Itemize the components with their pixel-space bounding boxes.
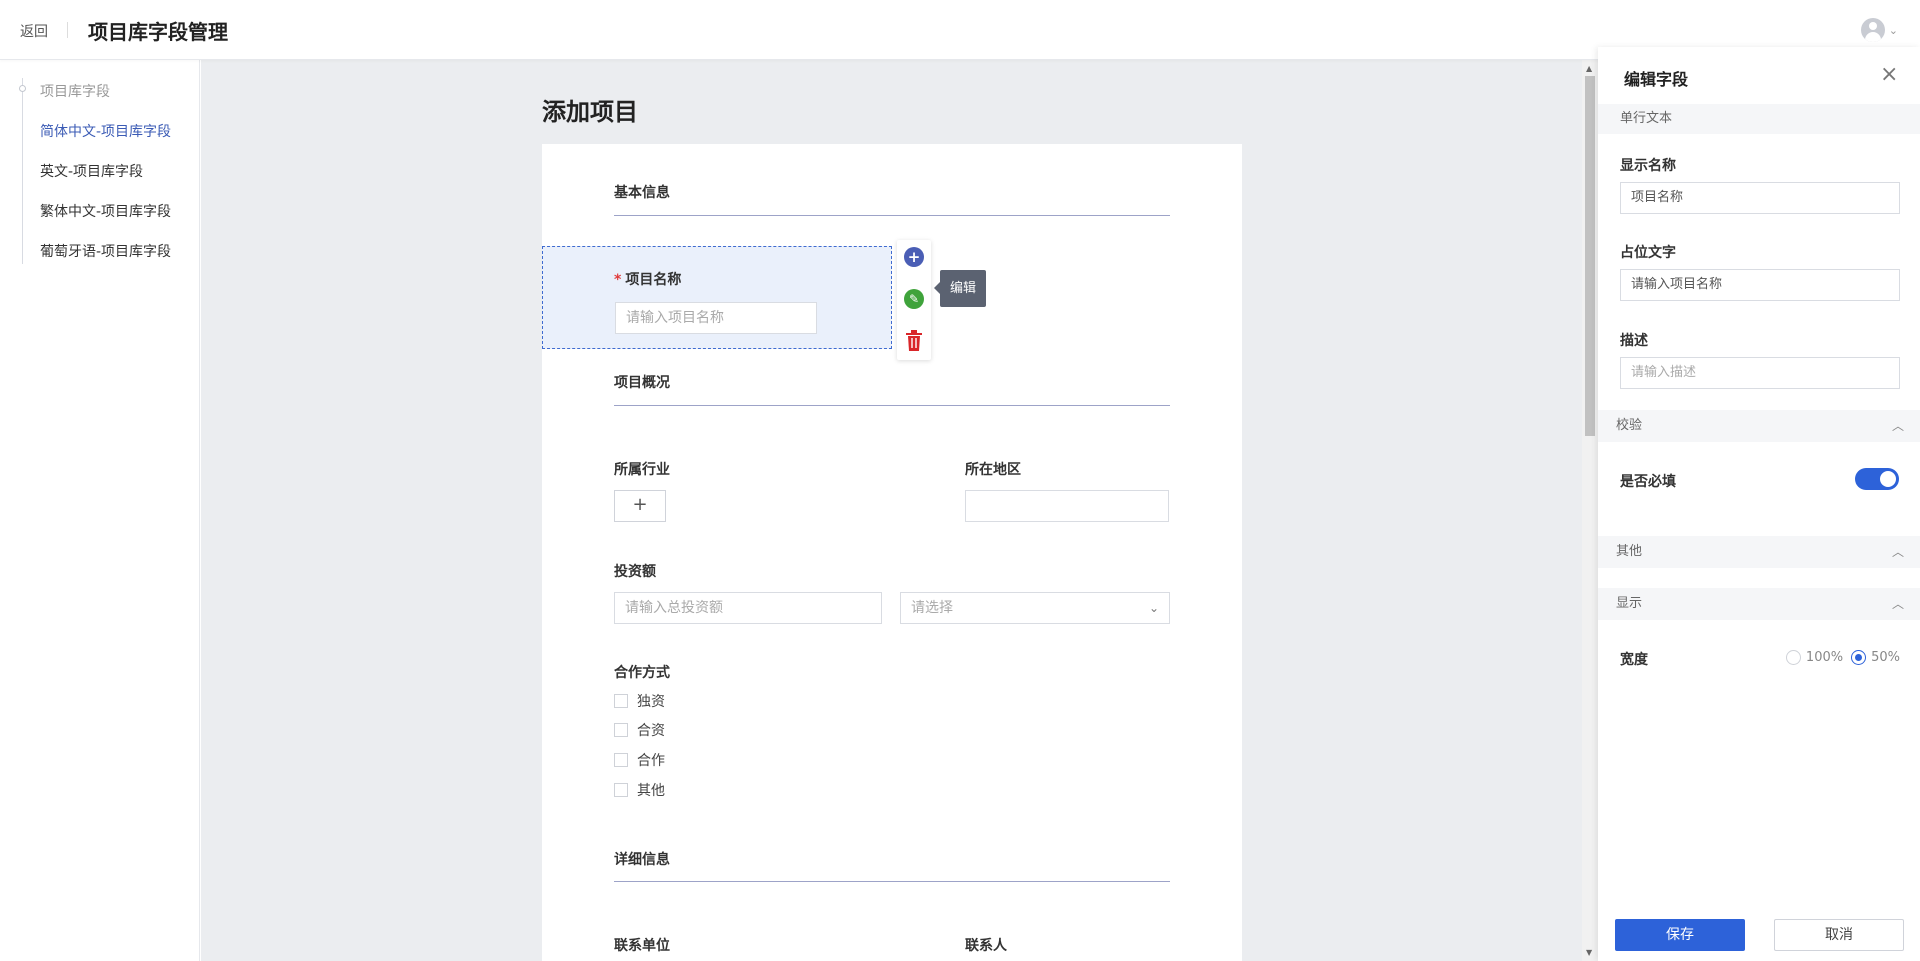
user-circle-icon xyxy=(1860,18,1885,42)
form-canvas: 添加项目 基本信息 * 项目名称 请输入项目名称 + ✎ 编辑 项目概况 所属行… xyxy=(201,60,1583,961)
nav-item-portuguese[interactable]: 葡萄牙语-项目库字段 xyxy=(40,241,171,261)
checkbox-icon xyxy=(614,753,628,767)
section-divider xyxy=(614,215,1170,216)
placeholder-label: 占位文字 xyxy=(1620,245,1676,261)
section-divider xyxy=(614,881,1170,882)
width-radio-group: 100% 50% xyxy=(1785,650,1900,665)
nav-group-label: 项目库字段 xyxy=(40,84,110,100)
section-label: 显示 xyxy=(1616,596,1643,611)
section-divider xyxy=(614,405,1170,406)
field-toolbar: + ✎ xyxy=(897,240,931,360)
display-name-label: 显示名称 xyxy=(1620,158,1676,174)
checkbox-icon xyxy=(614,723,628,737)
edit-field-panel: 编辑字段 × 单行文本 显示名称 项目名称 占位文字 请输入项目名称 描述 请输… xyxy=(1598,47,1920,961)
delete-field-icon[interactable] xyxy=(904,330,924,352)
display-name-input[interactable]: 项目名称 xyxy=(1620,182,1900,214)
section-label: 校验 xyxy=(1616,418,1643,433)
checkbox-sole[interactable]: 独资 xyxy=(614,691,665,711)
checkbox-label: 其他 xyxy=(637,783,665,799)
edit-field-icon[interactable]: ✎ xyxy=(904,289,924,309)
select-placeholder: 请选择 xyxy=(911,600,953,616)
industry-add-button[interactable]: + xyxy=(614,490,666,522)
field-label-region: 所在地区 xyxy=(965,462,1021,478)
field-label-cooperation: 合作方式 xyxy=(614,665,670,681)
display-section-header[interactable]: 显示 ︿ xyxy=(1598,588,1920,620)
checkbox-other[interactable]: 其他 xyxy=(614,780,665,800)
width-option-100[interactable]: 100% xyxy=(1785,650,1844,665)
required-label: 是否必填 xyxy=(1620,474,1676,490)
field-label-contact-org: 联系单位 xyxy=(614,938,670,954)
page-title: 项目库字段管理 xyxy=(88,20,228,44)
form-title: 添加项目 xyxy=(542,98,638,126)
region-input[interactable] xyxy=(965,490,1169,522)
field-label-investment: 投资额 xyxy=(614,564,656,580)
back-link[interactable]: 返回 xyxy=(20,21,48,41)
width-label: 宽度 xyxy=(1620,652,1648,668)
edit-tooltip: 编辑 xyxy=(933,270,987,307)
user-menu[interactable]: ⌄ xyxy=(1860,18,1898,42)
field-label-contact-person: 联系人 xyxy=(965,938,1007,954)
other-section-header[interactable]: 其他 ︿ xyxy=(1598,536,1920,568)
chevron-up-icon: ︿ xyxy=(1891,545,1904,559)
nav-tree-line xyxy=(22,78,23,264)
checkbox-icon xyxy=(614,694,628,708)
nav-item-english[interactable]: 英文-项目库字段 xyxy=(40,161,143,181)
field-label-text: 项目名称 xyxy=(625,272,682,288)
investment-unit-select[interactable]: 请选择 ⌄ xyxy=(900,592,1170,624)
trash-icon xyxy=(906,330,922,351)
nav-item-simplified-chinese[interactable]: 简体中文-项目库字段 xyxy=(40,121,171,141)
checkbox-label: 合作 xyxy=(637,753,665,769)
nav-item-traditional-chinese[interactable]: 繁体中文-项目库字段 xyxy=(40,201,171,221)
scroll-thumb[interactable] xyxy=(1585,76,1595,436)
section-title-overview: 项目概况 xyxy=(614,375,670,391)
nav-tree-dot xyxy=(19,85,26,92)
selected-field-project-name[interactable]: * 项目名称 请输入项目名称 xyxy=(542,246,892,349)
chevron-up-icon: ︿ xyxy=(1891,419,1904,433)
scroll-up-arrow-icon[interactable]: ▲ xyxy=(1586,64,1592,73)
description-label: 描述 xyxy=(1620,333,1648,349)
field-label-project-name: * 项目名称 xyxy=(614,269,681,289)
section-title-detail: 详细信息 xyxy=(614,852,670,868)
form-card: 基本信息 * 项目名称 请输入项目名称 + ✎ 编辑 项目概况 所属行业 + 所… xyxy=(542,144,1242,961)
close-icon[interactable]: × xyxy=(1880,64,1898,86)
checkbox-icon xyxy=(614,783,628,797)
investment-input[interactable]: 请输入总投资额 xyxy=(614,592,882,624)
checkbox-label: 独资 xyxy=(637,694,665,710)
placeholder-input[interactable]: 请输入项目名称 xyxy=(1620,269,1900,301)
checkbox-label: 合资 xyxy=(637,723,665,739)
radio-label: 100% xyxy=(1805,650,1844,665)
radio-icon xyxy=(1785,650,1801,665)
section-label: 其他 xyxy=(1616,544,1643,559)
panel-title: 编辑字段 xyxy=(1624,70,1689,89)
validation-section-header[interactable]: 校验 ︿ xyxy=(1598,410,1920,442)
canvas-scrollbar[interactable]: ▲ ▼ xyxy=(1582,60,1598,961)
width-option-50[interactable]: 50% xyxy=(1851,650,1900,665)
required-mark: * xyxy=(614,272,622,288)
cancel-button[interactable]: 取消 xyxy=(1774,919,1904,951)
checkbox-joint-venture[interactable]: 合资 xyxy=(614,720,665,740)
scroll-down-arrow-icon[interactable]: ▼ xyxy=(1586,948,1592,957)
field-type-label: 单行文本 xyxy=(1598,104,1920,134)
radio-label: 50% xyxy=(1871,650,1900,665)
field-label-industry: 所属行业 xyxy=(614,462,670,478)
description-input[interactable]: 请输入描述 xyxy=(1620,357,1900,389)
chevron-down-icon: ⌄ xyxy=(1148,601,1159,615)
save-button[interactable]: 保存 xyxy=(1615,919,1745,951)
required-toggle[interactable] xyxy=(1855,468,1899,490)
section-title-basic: 基本信息 xyxy=(614,185,670,201)
divider xyxy=(67,22,68,38)
chevron-down-icon: ⌄ xyxy=(1888,23,1898,37)
add-field-icon[interactable]: + xyxy=(904,247,924,267)
left-nav: 项目库字段 简体中文-项目库字段 英文-项目库字段 繁体中文-项目库字段 葡萄牙… xyxy=(0,60,200,961)
project-name-input[interactable]: 请输入项目名称 xyxy=(615,302,817,334)
chevron-up-icon: ︿ xyxy=(1891,597,1904,611)
checkbox-cooperation[interactable]: 合作 xyxy=(614,750,665,770)
radio-selected-icon xyxy=(1851,650,1867,665)
